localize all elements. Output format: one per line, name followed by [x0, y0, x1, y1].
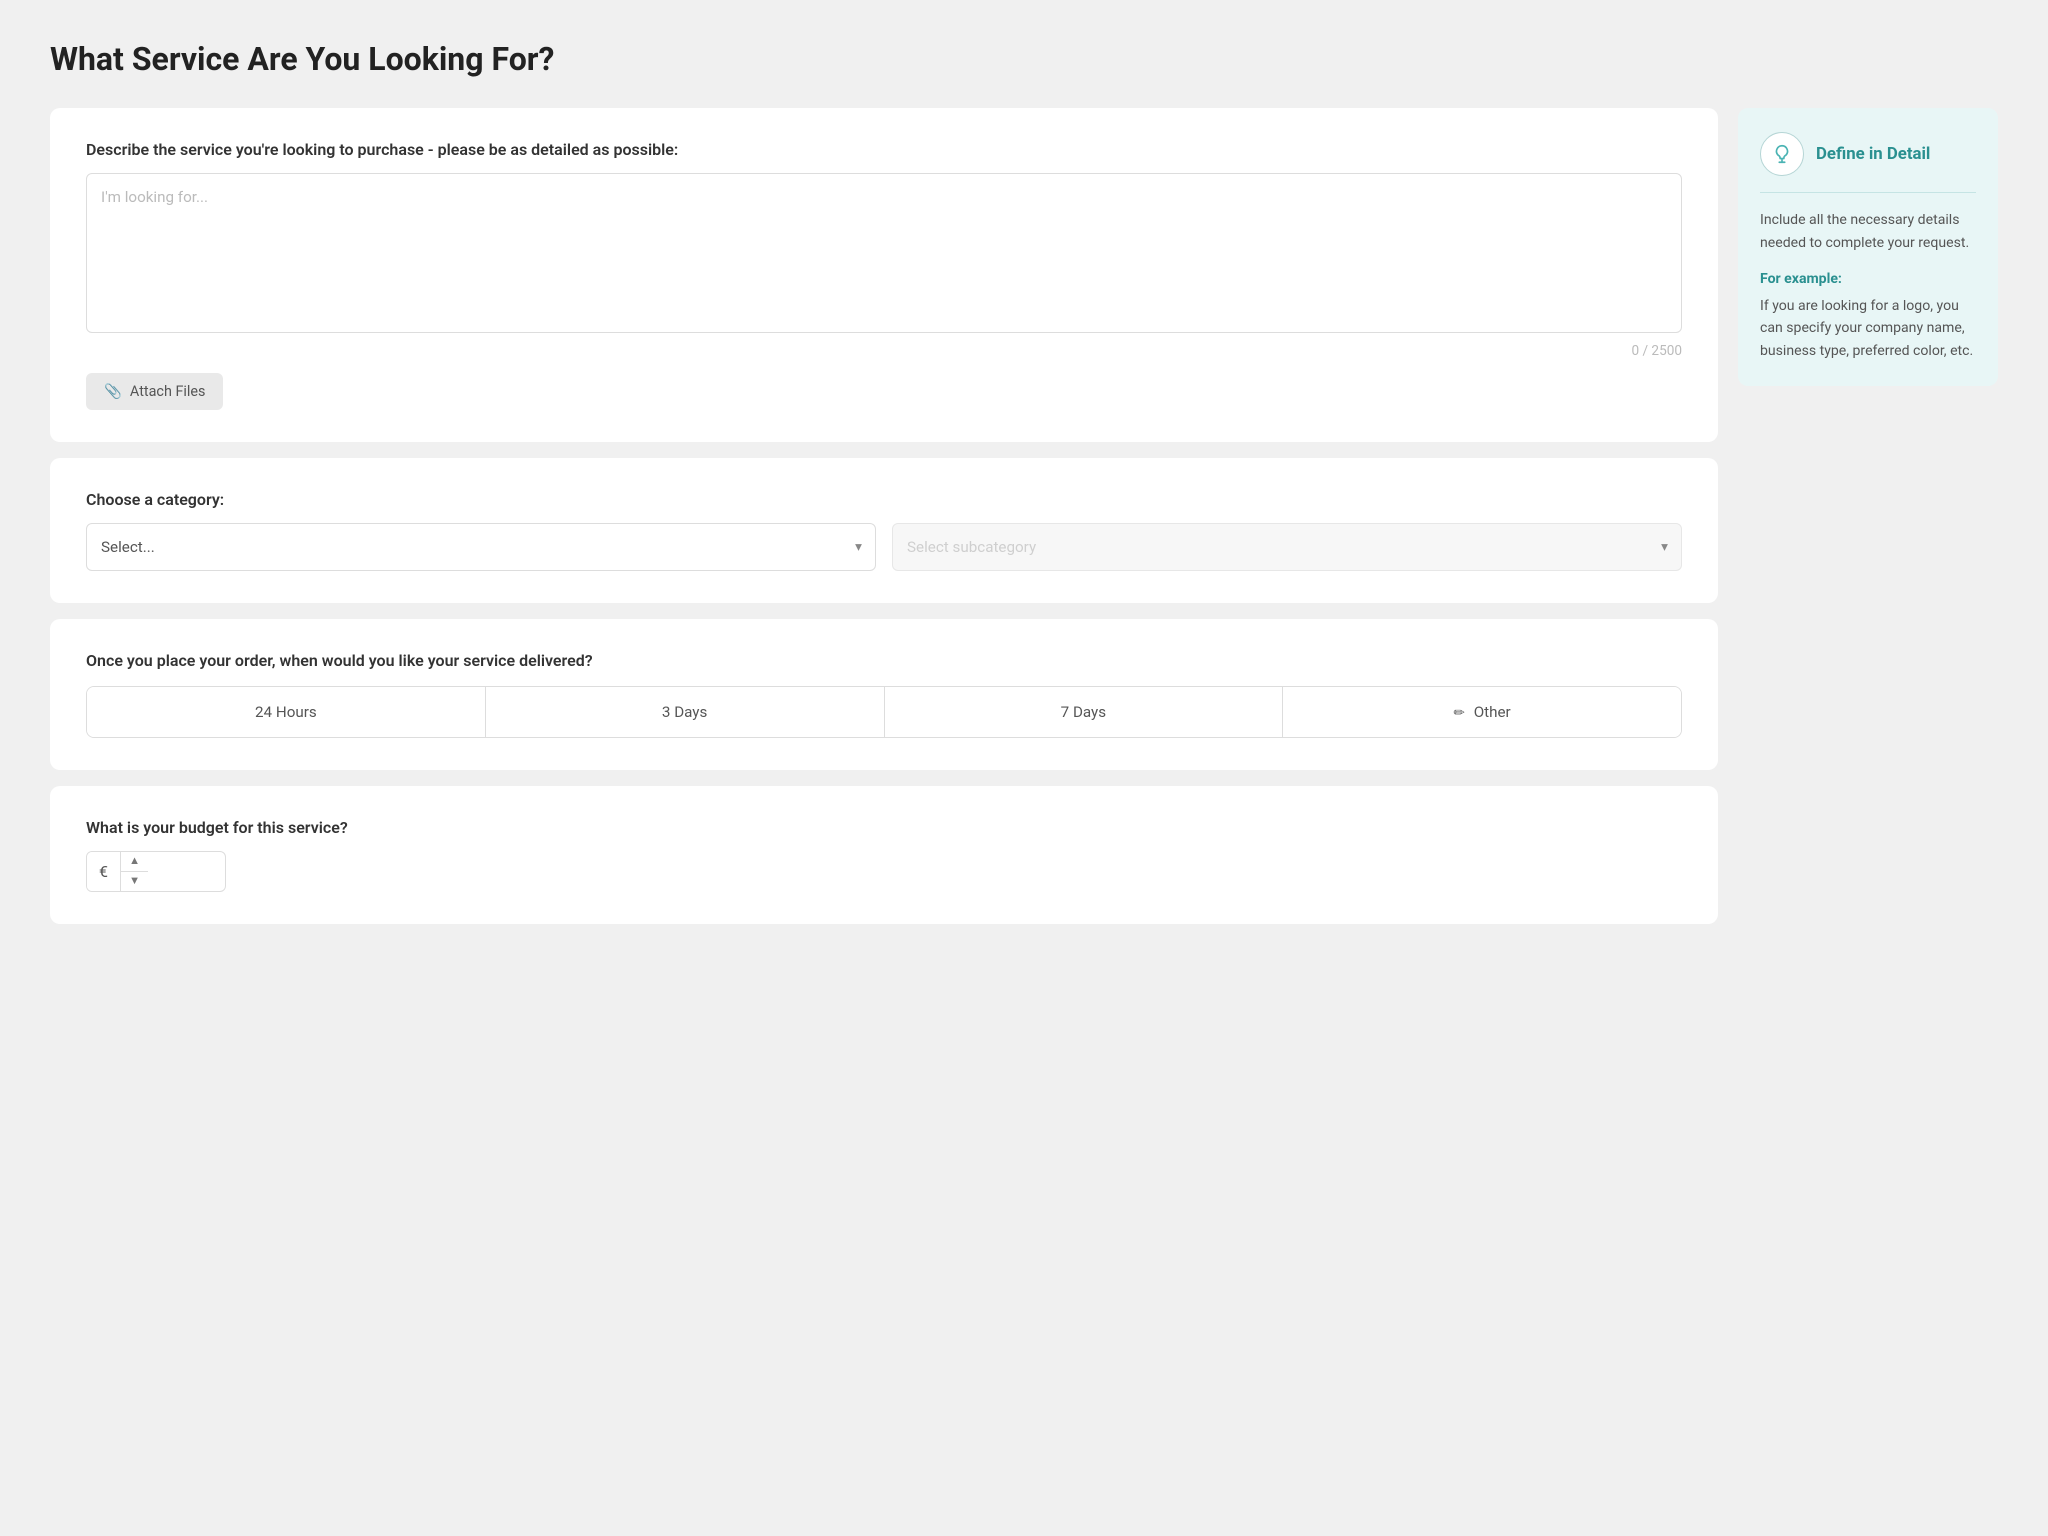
delivery-7d-button[interactable]: 7 Days	[885, 687, 1284, 737]
description-textarea[interactable]	[86, 173, 1682, 333]
sidebar-body-text: Include all the necessary details needed…	[1760, 212, 1969, 251]
char-count: 0 / 2500	[86, 343, 1682, 359]
category-label: Choose a category:	[86, 490, 1682, 509]
page-title: What Service Are You Looking For?	[50, 40, 1998, 78]
attach-label: Attach Files	[130, 383, 206, 400]
category-select[interactable]: Select...	[86, 523, 876, 571]
sidebar: Define in Detail Include all the necessa…	[1738, 108, 1998, 386]
description-label: Describe the service you're looking to p…	[86, 140, 1682, 159]
budget-input-wrapper: € ▲ ▼	[86, 851, 226, 892]
delivery-other-label: Other	[1474, 703, 1511, 721]
delivery-options: 24 Hours 3 Days 7 Days ✏ Other	[86, 686, 1682, 738]
main-column: Describe the service you're looking to p…	[50, 108, 1718, 924]
category-row: Select... ▾ Select subcategory ▾	[86, 523, 1682, 571]
delivery-other-button[interactable]: ✏ Other	[1283, 687, 1681, 737]
subcategory-select-wrapper: Select subcategory ▾	[892, 523, 1682, 571]
delivery-3d-button[interactable]: 3 Days	[486, 687, 885, 737]
category-card: Choose a category: Select... ▾ Select su…	[50, 458, 1718, 603]
sidebar-example-label: For example:	[1760, 268, 1976, 291]
currency-symbol: €	[87, 852, 120, 891]
sidebar-body: Include all the necessary details needed…	[1760, 209, 1976, 362]
sidebar-card: Define in Detail Include all the necessa…	[1738, 108, 1998, 386]
delivery-card: Once you place your order, when would yo…	[50, 619, 1718, 770]
pencil-icon: ✏	[1454, 705, 1465, 721]
paperclip-icon: 📎	[104, 383, 122, 400]
sidebar-example-text: If you are looking for a logo, you can s…	[1760, 298, 1973, 359]
budget-card: What is your budget for this service? € …	[50, 786, 1718, 924]
bulb-icon-wrapper	[1760, 132, 1804, 176]
bulb-icon	[1771, 143, 1793, 165]
sidebar-header: Define in Detail	[1760, 132, 1976, 193]
sidebar-title: Define in Detail	[1816, 144, 1930, 164]
budget-label: What is your budget for this service?	[86, 818, 1682, 837]
main-layout: Describe the service you're looking to p…	[50, 108, 1998, 924]
attach-files-button[interactable]: 📎 Attach Files	[86, 373, 223, 410]
budget-increment-button[interactable]: ▲	[121, 852, 148, 872]
delivery-24h-button[interactable]: 24 Hours	[87, 687, 486, 737]
category-select-wrapper: Select... ▾	[86, 523, 876, 571]
delivery-label: Once you place your order, when would yo…	[86, 651, 1682, 670]
description-card: Describe the service you're looking to p…	[50, 108, 1718, 442]
budget-stepper: ▲ ▼	[120, 852, 148, 891]
budget-decrement-button[interactable]: ▼	[121, 872, 148, 891]
subcategory-select[interactable]: Select subcategory	[892, 523, 1682, 571]
